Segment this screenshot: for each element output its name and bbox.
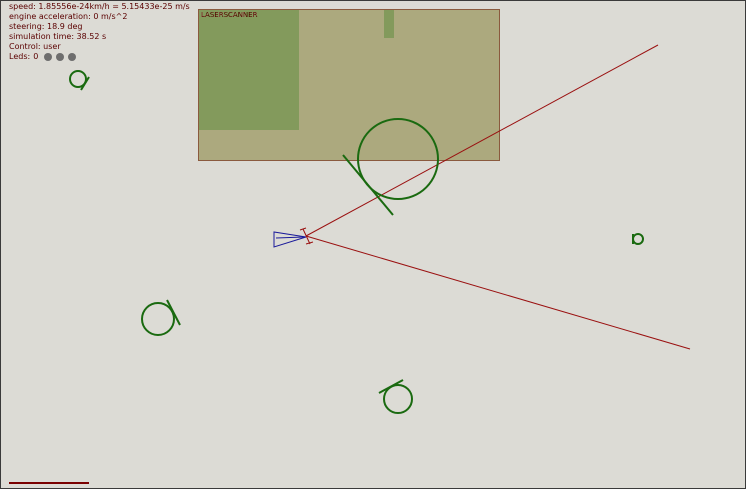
laser-ray-icon [305,44,659,237]
world-scene [69,44,691,414]
simulator-viewport[interactable]: speed: 1.85556e-24km/h = 5.15433e-25 m/s… [0,0,746,489]
obstacle-icon [378,379,413,414]
robot-icon[interactable] [273,227,314,248]
scale-bar [9,482,89,484]
obstacle-icon [632,233,644,245]
obstacle-icon [69,70,90,91]
obstacle-icon [342,118,439,216]
obstacle-icon [141,299,181,336]
laser-ray-icon [305,235,691,350]
